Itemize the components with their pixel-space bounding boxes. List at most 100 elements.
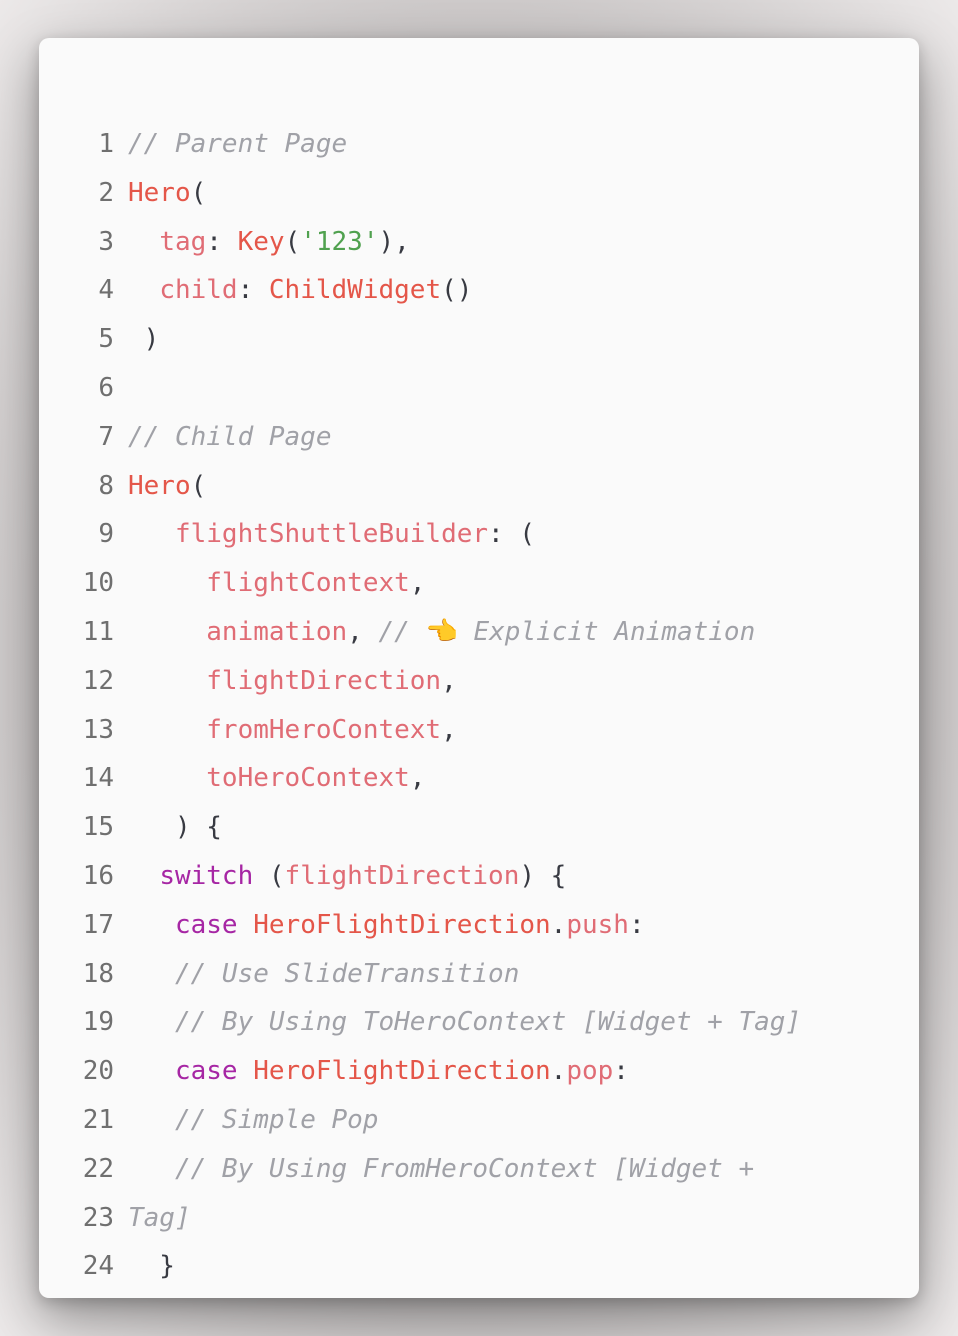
line-number: 9 bbox=[98, 519, 114, 550]
line-content: case HeroFlightDirection.push: bbox=[128, 901, 645, 950]
line-number: 17 bbox=[82, 909, 114, 940]
pointing-hand-icon: 👈 bbox=[425, 616, 458, 647]
line-number: 3 bbox=[98, 226, 114, 257]
line-number: 11 bbox=[82, 616, 114, 647]
code-token: switch bbox=[159, 860, 254, 891]
code-line: 16 switch (flightDirection) { bbox=[39, 852, 919, 901]
code-token: '123' bbox=[300, 226, 379, 257]
line-content: // Use SlideTransition bbox=[128, 950, 519, 999]
code-token: tag bbox=[159, 226, 207, 257]
code-token: Key bbox=[237, 226, 285, 257]
line-number: 1 bbox=[98, 129, 114, 159]
code-token: // Parent Page bbox=[128, 129, 348, 159]
line-content: ) bbox=[128, 315, 160, 364]
code-token: flightDirection bbox=[206, 665, 442, 696]
line-content: // By Using FromHeroContext [Widget + bbox=[128, 1145, 754, 1194]
code-token: : bbox=[206, 226, 238, 257]
code-line: 2 Hero( bbox=[39, 169, 919, 218]
line-number: 18 bbox=[82, 958, 114, 989]
code-token: ) { bbox=[128, 812, 222, 843]
code-token: // Child Page bbox=[128, 421, 332, 452]
line-content: case HeroFlightDirection.pop: bbox=[128, 1047, 629, 1096]
code-token: HeroFlightDirection bbox=[253, 909, 551, 940]
code-token: , bbox=[409, 568, 426, 599]
code-token: Hero bbox=[128, 177, 191, 208]
code-token: : bbox=[237, 275, 269, 306]
code-line: 19 // By Using ToHeroContext [Widget + T… bbox=[39, 998, 919, 1047]
code-line: 14 toHeroContext, bbox=[39, 754, 919, 803]
line-content: Tag] bbox=[128, 1194, 191, 1243]
line-content: // Parent Page bbox=[128, 120, 347, 169]
code-token: case bbox=[174, 909, 238, 940]
line-content: // By Using ToHeroContext [Widget + Tag] bbox=[128, 998, 801, 1047]
code-line: 17 case HeroFlightDirection.push: bbox=[39, 901, 919, 950]
line-content: } bbox=[128, 1242, 175, 1291]
code-token: // Use SlideTransition bbox=[174, 958, 520, 989]
code-token: fromHeroContext bbox=[206, 714, 442, 745]
line-number: 20 bbox=[82, 1056, 114, 1087]
code-token: ), bbox=[378, 226, 410, 257]
line-number: 14 bbox=[82, 763, 114, 794]
line-content: // Simple Pop bbox=[128, 1096, 379, 1145]
code-token: ( bbox=[190, 177, 207, 208]
code-line: 11 animation, // 👈 Explicit Animation bbox=[39, 608, 919, 657]
code-token: , bbox=[441, 665, 457, 696]
code-line: 13 fromHeroContext, bbox=[39, 706, 919, 755]
code-token: // By Using FromHeroContext [Widget + bbox=[174, 1153, 755, 1184]
line-number: 7 bbox=[98, 421, 114, 452]
code-token: : bbox=[613, 1056, 629, 1087]
line-content: toHeroContext, bbox=[128, 754, 425, 803]
code-token: toHeroContext bbox=[206, 763, 410, 794]
code-token: // By Using ToHeroContext [Widget + Tag] bbox=[174, 1007, 802, 1038]
code-line: 5 ) bbox=[39, 315, 919, 364]
code-token: : ( bbox=[488, 519, 536, 550]
code-line: 6 bbox=[39, 364, 919, 413]
line-content: switch (flightDirection) { bbox=[128, 852, 566, 901]
code-line: 1 // Parent Page bbox=[39, 120, 919, 169]
line-number: 5 bbox=[98, 324, 114, 355]
code-token: Tag] bbox=[128, 1202, 191, 1233]
code-token: ChildWidget bbox=[268, 275, 442, 306]
code-token: animation bbox=[206, 616, 348, 647]
code-token: // Simple Pop bbox=[174, 1104, 379, 1135]
line-content: ) { bbox=[128, 803, 222, 852]
code-token: ) { bbox=[519, 860, 567, 891]
line-number: 2 bbox=[98, 177, 114, 208]
line-content: flightContext, bbox=[128, 559, 425, 608]
line-number: 13 bbox=[82, 714, 114, 745]
line-number: 10 bbox=[82, 568, 114, 599]
code-token: flightShuttleBuilder bbox=[174, 519, 489, 550]
line-number: 24 bbox=[82, 1251, 114, 1282]
code-token: , bbox=[347, 616, 379, 647]
code-token: HeroFlightDirection bbox=[253, 1056, 551, 1087]
code-token: child bbox=[159, 275, 238, 306]
code-line: 8 Hero( bbox=[39, 462, 919, 511]
line-content: // Child Page bbox=[128, 413, 332, 462]
code-line: 15 ) { bbox=[39, 803, 919, 852]
code-token: ) bbox=[128, 324, 160, 355]
line-content: fromHeroContext, bbox=[128, 706, 456, 755]
line-content: Hero( bbox=[128, 462, 206, 511]
code-line: 9 flightShuttleBuilder: ( bbox=[39, 510, 919, 559]
code-line: 4 child: ChildWidget() bbox=[39, 266, 919, 315]
code-token: . bbox=[550, 1056, 567, 1087]
line-content: flightShuttleBuilder: ( bbox=[128, 510, 535, 559]
line-number: 16 bbox=[82, 860, 114, 891]
line-number: 23 bbox=[82, 1202, 114, 1233]
line-content: Hero( bbox=[128, 169, 206, 218]
code-line: 20 case HeroFlightDirection.pop: bbox=[39, 1047, 919, 1096]
